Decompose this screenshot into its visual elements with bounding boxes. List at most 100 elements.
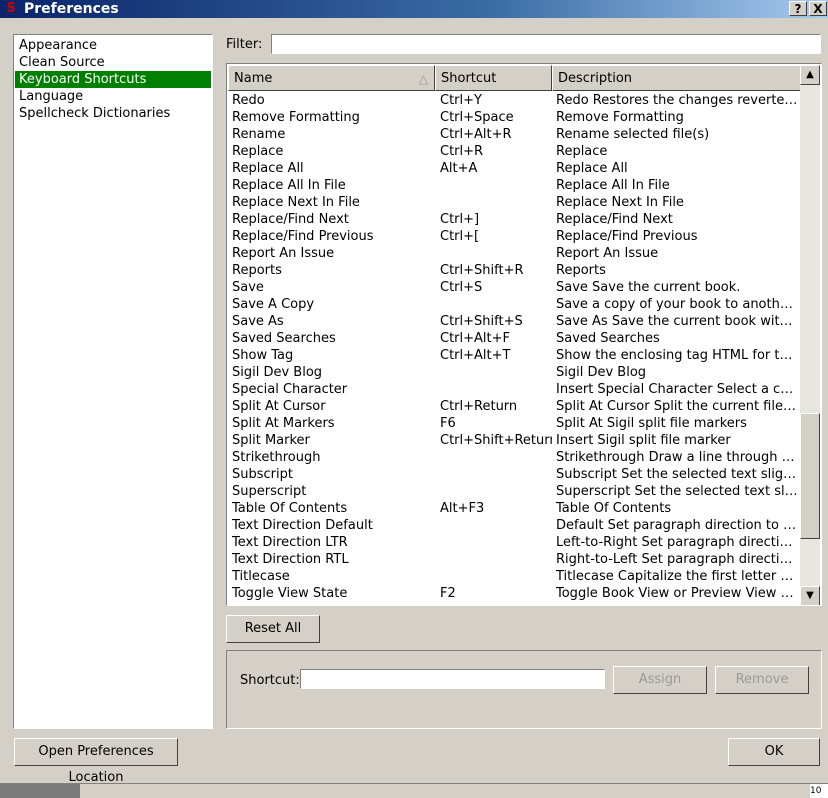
table-row[interactable]: Special Character Insert Special Characte…	[228, 381, 801, 398]
category-item[interactable]: Clean Source	[15, 54, 211, 71]
table-body: Redo Ctrl+Y Redo Restores the changes reve…	[228, 92, 801, 605]
cell-name: Text Direction LTR	[232, 535, 348, 550]
table-scrollbar[interactable]: ▲ ▼	[800, 65, 820, 605]
table-row[interactable]: Save Ctrl+S Save Save the current book.	[228, 279, 801, 296]
column-header-description[interactable]: Description	[552, 65, 801, 91]
help-button[interactable]: ?	[789, 1, 807, 16]
column-name-label: Name	[234, 71, 273, 86]
cell-description: Split At Sigil split file markers	[556, 416, 747, 431]
column-header-shortcut[interactable]: Shortcut	[435, 65, 552, 91]
table-row[interactable]: Remove Formatting Ctrl+Space Remove Format…	[228, 109, 801, 126]
sort-ascending-icon: △	[418, 72, 428, 86]
cell-name: Replace All	[232, 161, 304, 176]
sigil-app-icon: S	[6, 1, 16, 16]
cell-description: Replace	[556, 144, 608, 159]
cell-description: Table Of Contents	[556, 501, 672, 516]
scroll-thumb[interactable]	[800, 413, 820, 539]
cell-name: Special Character	[232, 382, 348, 397]
shortcut-label: Shortcut:	[240, 673, 300, 688]
cell-description: Right-to-Left Set paragraph direction ..…	[556, 552, 798, 567]
filter-label: Filter:	[226, 37, 263, 52]
table-row[interactable]: Table Of Contents Alt+F3 Table Of Contents	[228, 500, 801, 517]
cell-description: Redo Restores the changes reverted ...	[556, 93, 798, 108]
cell-name: Subscript	[232, 467, 293, 482]
table-row[interactable]: Saved Searches Ctrl+Alt+F Saved Searches	[228, 330, 801, 347]
shortcut-input[interactable]	[300, 669, 605, 689]
cell-name: Saved Searches	[232, 331, 336, 346]
table-row[interactable]: Strikethrough Strikethrough Draw a line t…	[228, 449, 801, 466]
table-row[interactable]: Text Direction Default Default Set paragr…	[228, 517, 801, 534]
table-row[interactable]: Superscript Superscript Set the selected …	[228, 483, 801, 500]
cell-name: Replace/Find Previous	[232, 229, 374, 244]
table-row[interactable]: Save A Copy Save a copy of your book to a…	[228, 296, 801, 313]
cell-description: Remove Formatting	[556, 110, 684, 125]
cell-description: Save As Save the current book with a...	[556, 314, 798, 329]
table-row[interactable]: Redo Ctrl+Y Redo Restores the changes reve…	[228, 92, 801, 109]
cell-name: Text Direction Default	[232, 518, 373, 533]
cell-name: Replace Next In File	[232, 195, 360, 210]
table-row[interactable]: Reports Ctrl+Shift+R Reports	[228, 262, 801, 279]
scroll-down-button[interactable]: ▼	[800, 586, 820, 605]
cell-shortcut: Ctrl+Return	[440, 399, 518, 414]
assign-button[interactable]: Assign	[613, 666, 707, 694]
table-row[interactable]: Replace Ctrl+R Replace	[228, 143, 801, 160]
filter-input[interactable]	[271, 34, 821, 54]
table-row[interactable]: Toggle View State F2 Toggle Book View or P…	[228, 585, 801, 602]
close-button[interactable]: X	[809, 1, 827, 16]
table-row[interactable]: Report An Issue Report An Issue	[228, 245, 801, 262]
column-header-name[interactable]: Name △	[228, 65, 435, 91]
cell-description: Show the enclosing tag HTML for the ...	[556, 348, 798, 363]
scroll-up-button[interactable]: ▲	[800, 65, 820, 85]
cell-name: Split Marker	[232, 433, 310, 448]
cell-name: Toggle View State	[232, 586, 348, 601]
table-row[interactable]: Replace Next In File Replace Next In File	[228, 194, 801, 211]
table-row[interactable]: Replace All In File Replace All In File	[228, 177, 801, 194]
column-shortcut-label: Shortcut	[441, 71, 497, 86]
table-row[interactable]: Titlecase Titlecase Capitalize the first …	[228, 568, 801, 585]
cell-description: Replace/Find Previous	[556, 229, 698, 244]
table-row[interactable]: Split At Markers F6 Split At Sigil split f…	[228, 415, 801, 432]
cell-shortcut: Ctrl+Alt+T	[440, 348, 511, 363]
cell-shortcut: Alt+A	[440, 161, 478, 176]
table-row[interactable]: Subscript Subscript Set the selected text…	[228, 466, 801, 483]
taskbar-segment	[0, 784, 80, 798]
ok-button[interactable]: OK	[728, 738, 820, 766]
table-row[interactable]: Text Direction RTL Right-to-Left Set para…	[228, 551, 801, 568]
cell-shortcut: F2	[440, 586, 456, 601]
shortcuts-table[interactable]: Name △ Shortcut Description Redo Ctrl+Y Re…	[226, 63, 822, 606]
cell-name: Titlecase	[232, 569, 290, 584]
cell-shortcut: Alt+F3	[440, 501, 485, 516]
window-title: Preferences	[24, 1, 119, 17]
cell-shortcut: Ctrl+S	[440, 280, 483, 295]
table-row[interactable]: Save As Ctrl+Shift+S Save As Save the curr…	[228, 313, 801, 330]
table-row[interactable]: Sigil Dev Blog Sigil Dev Blog	[228, 364, 801, 381]
category-item[interactable]: Keyboard Shortcuts	[15, 71, 211, 88]
table-row[interactable]: Text Direction LTR Left-to-Right Set para…	[228, 534, 801, 551]
cell-shortcut: Ctrl+Alt+R	[440, 127, 512, 142]
cell-description: Toggle Book View or Preview View to ...	[556, 586, 798, 601]
taskbar-strip: 10	[0, 783, 828, 798]
remove-button[interactable]: Remove	[715, 666, 809, 694]
category-list[interactable]: Appearance Clean Source Keyboard Shortcuts…	[13, 34, 213, 729]
cell-description: Save a copy of your book to another...	[556, 297, 798, 312]
cell-name: Save As	[232, 314, 284, 329]
category-item[interactable]: Language	[15, 88, 211, 105]
category-item[interactable]: Appearance	[15, 37, 211, 54]
cell-name: Show Tag	[232, 348, 294, 363]
table-row[interactable]: Replace/Find Previous Ctrl+[Replace/Find …	[228, 228, 801, 245]
cell-shortcut: Ctrl+R	[440, 144, 484, 159]
cell-shortcut: Ctrl+Y	[440, 93, 482, 108]
table-row[interactable]: Replace/Find Next Ctrl+] Replace/Find Next	[228, 211, 801, 228]
table-row[interactable]: Show Tag Ctrl+Alt+T Show the enclosing tag…	[228, 347, 801, 364]
table-row[interactable]: Split Marker Ctrl+Shift+Return Insert Sigi…	[228, 432, 801, 449]
table-header: Name △ Shortcut Description	[228, 65, 801, 91]
cell-description: Report An Issue	[556, 246, 659, 261]
reset-all-button[interactable]: Reset All	[226, 615, 320, 643]
category-item[interactable]: Spellcheck Dictionaries	[15, 105, 211, 122]
table-row[interactable]: Split At Cursor Ctrl+Return Split At Curso…	[228, 398, 801, 415]
table-row[interactable]: Replace All Alt+A Replace All	[228, 160, 801, 177]
open-preferences-location-button[interactable]: Open Preferences Location	[14, 738, 178, 785]
cell-description: Left-to-Right Set paragraph direction ..…	[556, 535, 798, 550]
table-row[interactable]: Rename Ctrl+Alt+R Rename selected file(s)	[228, 126, 801, 143]
cell-description: Titlecase Capitalize the first letter of…	[556, 569, 798, 584]
